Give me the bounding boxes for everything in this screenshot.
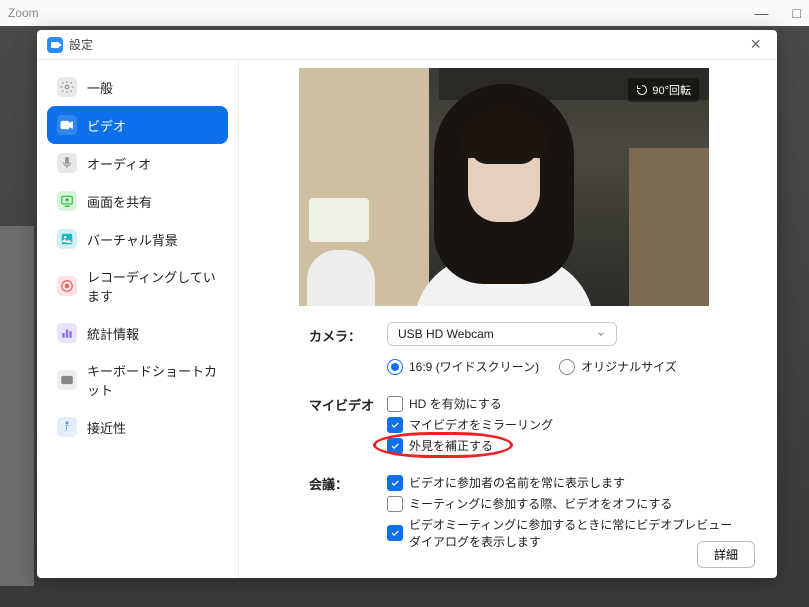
sidebar-item-label: 接近性 [87,418,126,437]
settings-content: 90°回転 カメラ： USB HD Webcam [239,60,777,578]
checkbox-icon [387,496,403,512]
sidebar-item-video[interactable]: ビデオ [47,106,228,144]
checkbox-icon [387,475,403,491]
rotate-90-button[interactable]: 90°回転 [628,78,699,102]
sidebar-item-accessibility[interactable]: 接近性 [47,408,228,446]
sidebar-item-share[interactable]: 画面を共有 [47,182,228,220]
zoom-logo-icon [47,37,63,53]
camera-selected-value: USB HD Webcam [398,327,494,341]
video-icon [57,115,77,135]
settings-dialog: 設定 × 一般 ビデオ オーディオ 画面を共有 バーチャル背景 [37,30,777,578]
aspect-16-9-radio[interactable]: 16:9 (ワイドスクリーン) [387,358,539,375]
checkbox-icon [387,396,403,412]
bg-maximize-button[interactable]: □ [793,5,801,21]
accessibility-icon [57,417,77,437]
sidebar-item-virtual-bg[interactable]: バーチャル背景 [47,220,228,258]
enable-hd-checkbox[interactable]: HD を有効にする [387,395,737,412]
sidebar-item-label: 画面を共有 [87,192,152,211]
bg-minimize-button[interactable]: — [755,5,769,21]
myvideo-label: マイビデオ [309,391,387,414]
recording-icon [57,276,77,296]
sidebar-item-label: 統計情報 [87,324,139,343]
sidebar-item-label: レコーディングしています [87,267,218,305]
show-names-checkbox[interactable]: ビデオに参加者の名前を常に表示します [387,474,737,491]
audio-icon [57,153,77,173]
bg-titlebar: Zoom — □ [0,0,809,26]
sidebar-item-label: キーボードショートカット [87,361,218,399]
virtual-bg-icon [57,229,77,249]
checkbox-icon [387,438,403,454]
settings-sidebar: 一般 ビデオ オーディオ 画面を共有 バーチャル背景 レコーディングしています [37,60,239,578]
sidebar-item-general[interactable]: 一般 [47,68,228,106]
sidebar-item-keyboard[interactable]: キーボードショートカット [47,352,228,408]
sidebar-item-label: ビデオ [87,116,126,135]
sidebar-item-label: バーチャル背景 [87,230,178,249]
sidebar-item-stats[interactable]: 統計情報 [47,314,228,352]
checkbox-icon [387,417,403,433]
camera-preview: 90°回転 [299,68,709,306]
bg-window-title: Zoom [8,6,39,20]
radio-icon [559,359,575,375]
mirror-video-checkbox[interactable]: マイビデオをミラーリング [387,416,737,433]
touch-up-appearance-checkbox[interactable]: 外見を補正する [387,437,737,454]
show-preview-dialog-checkbox[interactable]: ビデオミーティングに参加するときに常にビデオプレビューダイアログを表示します [387,516,737,550]
sidebar-item-label: 一般 [87,78,113,97]
general-icon [57,77,77,97]
sidebar-item-recording[interactable]: レコーディングしています [47,258,228,314]
sidebar-item-label: オーディオ [87,154,151,173]
meeting-label: 会議： [309,470,387,493]
radio-icon [387,359,403,375]
dialog-title: 設定 [69,36,93,53]
checkbox-icon [387,525,403,541]
camera-select[interactable]: USB HD Webcam [387,322,617,346]
video-off-on-join-checkbox[interactable]: ミーティングに参加する際、ビデオをオフにする [387,495,737,512]
stats-icon [57,323,77,343]
share-screen-icon [57,191,77,211]
dialog-close-button[interactable]: × [744,32,767,57]
sidebar-item-audio[interactable]: オーディオ [47,144,228,182]
chevron-down-icon [596,329,606,339]
rotate-icon [636,84,648,96]
keyboard-icon [57,370,77,390]
camera-label: カメラ： [309,322,387,345]
advanced-button[interactable]: 詳細 [697,541,755,568]
dialog-titlebar: 設定 × [37,30,777,60]
aspect-original-radio[interactable]: オリジナルサイズ [559,358,677,375]
